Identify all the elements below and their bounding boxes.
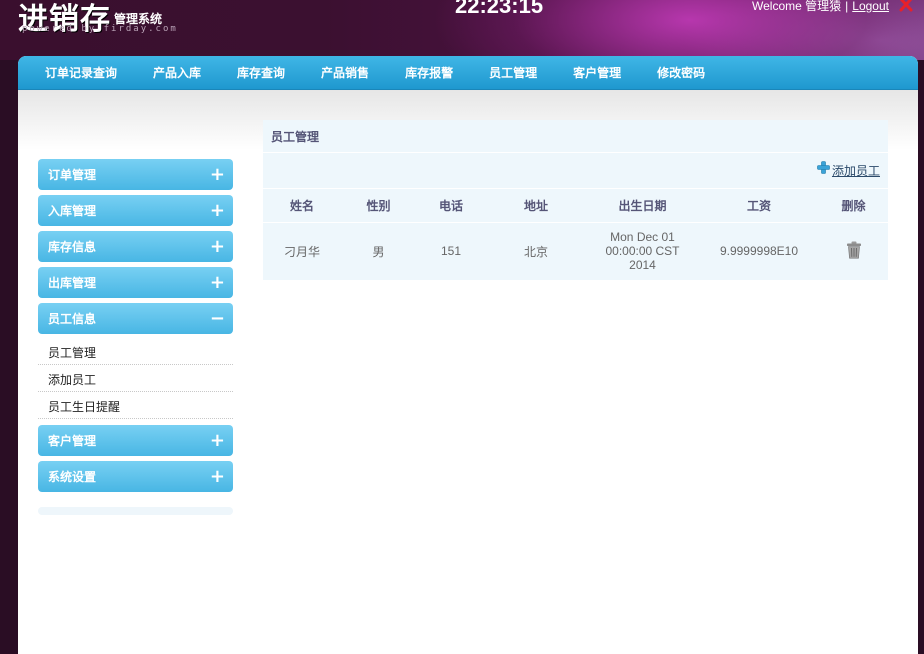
- cell-phone: 151: [416, 222, 486, 280]
- sidebar-menu-label: 客户管理: [48, 434, 97, 448]
- nav-change-password[interactable]: 修改密码: [639, 56, 723, 90]
- plus-icon: +: [209, 199, 225, 221]
- add-employee-link[interactable]: 添加员工: [817, 161, 880, 179]
- cell-birthdate: Mon Dec 01 00:00:00 CST 2014: [586, 222, 699, 280]
- cell-gender: 男: [341, 222, 416, 280]
- table-row: 刁月华 男 151 北京 Mon Dec 01 00:00:00 CST 201…: [263, 222, 888, 280]
- column-header-birthdate: 出生日期: [586, 189, 699, 223]
- employee-submenu: 员工管理 添加员工 员工生日提醒: [38, 338, 233, 419]
- column-header-delete: 删除: [819, 189, 888, 223]
- logout-link[interactable]: Logout: [852, 0, 889, 13]
- plus-icon: +: [209, 163, 225, 185]
- sidebar-menu-label: 出库管理: [48, 276, 97, 290]
- nav-product-stock-in[interactable]: 产品入库: [135, 56, 219, 90]
- welcome-text: Welcome 管理猿: [752, 0, 842, 13]
- sidebar-menu-inventory[interactable]: 库存信息 +: [38, 231, 233, 262]
- logo-powered-by: powered by firday.com: [22, 24, 178, 34]
- column-header-gender: 性别: [341, 189, 416, 223]
- sidebar: 订单管理 + 入库管理 + 库存信息 + 出库管理 + 员工信息 − 员工管理 …: [38, 159, 233, 515]
- sidebar-menu-settings[interactable]: 系统设置 +: [38, 461, 233, 492]
- sidebar-menu-label: 订单管理: [48, 168, 97, 182]
- column-header-name: 姓名: [263, 189, 341, 223]
- main-panel: 订单记录查询 产品入库 库存查询 产品销售 库存报警 员工管理 客户管理 修改密…: [18, 56, 918, 654]
- sidebar-menu-label: 员工信息: [48, 312, 97, 326]
- content-toolbar: 添加员工: [263, 153, 888, 189]
- birthdate-line: 2014: [629, 258, 656, 273]
- column-header-phone: 电话: [416, 189, 486, 223]
- plus-icon: +: [209, 429, 225, 451]
- employee-table: 姓名 性别 电话 地址 出生日期 工资 删除 刁月华 男 151 北京 Mon …: [263, 189, 888, 280]
- nav-order-records[interactable]: 订单记录查询: [27, 56, 135, 90]
- plus-icon: +: [209, 271, 225, 293]
- table-header-row: 姓名 性别 电话 地址 出生日期 工资 删除: [263, 189, 888, 223]
- cell-delete: [819, 222, 888, 280]
- close-icon[interactable]: [898, 0, 914, 12]
- nav-customer-management[interactable]: 客户管理: [555, 56, 639, 90]
- sidebar-footer: [38, 507, 233, 515]
- sidebar-menu-label: 系统设置: [48, 470, 97, 484]
- sidebar-menu-stock-out[interactable]: 出库管理 +: [38, 267, 233, 298]
- top-nav: 订单记录查询 产品入库 库存查询 产品销售 库存报警 员工管理 客户管理 修改密…: [18, 56, 918, 90]
- plus-icon: [817, 161, 830, 174]
- submenu-birthday-reminder[interactable]: 员工生日提醒: [38, 392, 233, 419]
- sidebar-menu-label: 库存信息: [48, 240, 97, 254]
- trash-icon[interactable]: [846, 241, 862, 259]
- cell-address: 北京: [486, 222, 586, 280]
- submenu-add-employee[interactable]: 添加员工: [38, 365, 233, 392]
- add-employee-label: 添加员工: [831, 164, 880, 178]
- clock: 22:23:15: [455, 0, 544, 18]
- welcome-separator: |: [845, 0, 849, 13]
- page-title: 员工管理: [263, 120, 888, 153]
- sidebar-menu-order[interactable]: 订单管理 +: [38, 159, 233, 190]
- sidebar-menu-stock-in[interactable]: 入库管理 +: [38, 195, 233, 226]
- birthdate-line: 00:00:00 CST: [605, 244, 680, 259]
- submenu-employee-management[interactable]: 员工管理: [38, 338, 233, 365]
- content-area: 员工管理 添加员工 姓名 性别 电话 地址 出生日期 工资 删除 刁月华 男 1…: [263, 120, 888, 280]
- nav-inventory-query[interactable]: 库存查询: [219, 56, 303, 90]
- welcome-area: Welcome 管理猿 | Logout: [752, 0, 889, 14]
- cell-salary: 9.9999998E10: [699, 222, 819, 280]
- nav-product-sales[interactable]: 产品销售: [303, 56, 387, 90]
- nav-employee-management[interactable]: 员工管理: [471, 56, 555, 90]
- plus-icon: +: [209, 235, 225, 257]
- cell-name: 刁月华: [263, 222, 341, 280]
- plus-icon: +: [209, 465, 225, 487]
- sidebar-menu-label: 入库管理: [48, 204, 97, 218]
- minus-icon: −: [209, 307, 225, 329]
- nav-stock-alert[interactable]: 库存报警: [387, 56, 471, 90]
- sidebar-menu-customer[interactable]: 客户管理 +: [38, 425, 233, 456]
- column-header-salary: 工资: [699, 189, 819, 223]
- top-banner: 进销存 管理系统 powered by firday.com 22:23:15 …: [0, 0, 924, 60]
- column-header-address: 地址: [486, 189, 586, 223]
- birthdate-line: Mon Dec 01: [610, 230, 675, 245]
- sidebar-menu-employee[interactable]: 员工信息 −: [38, 303, 233, 334]
